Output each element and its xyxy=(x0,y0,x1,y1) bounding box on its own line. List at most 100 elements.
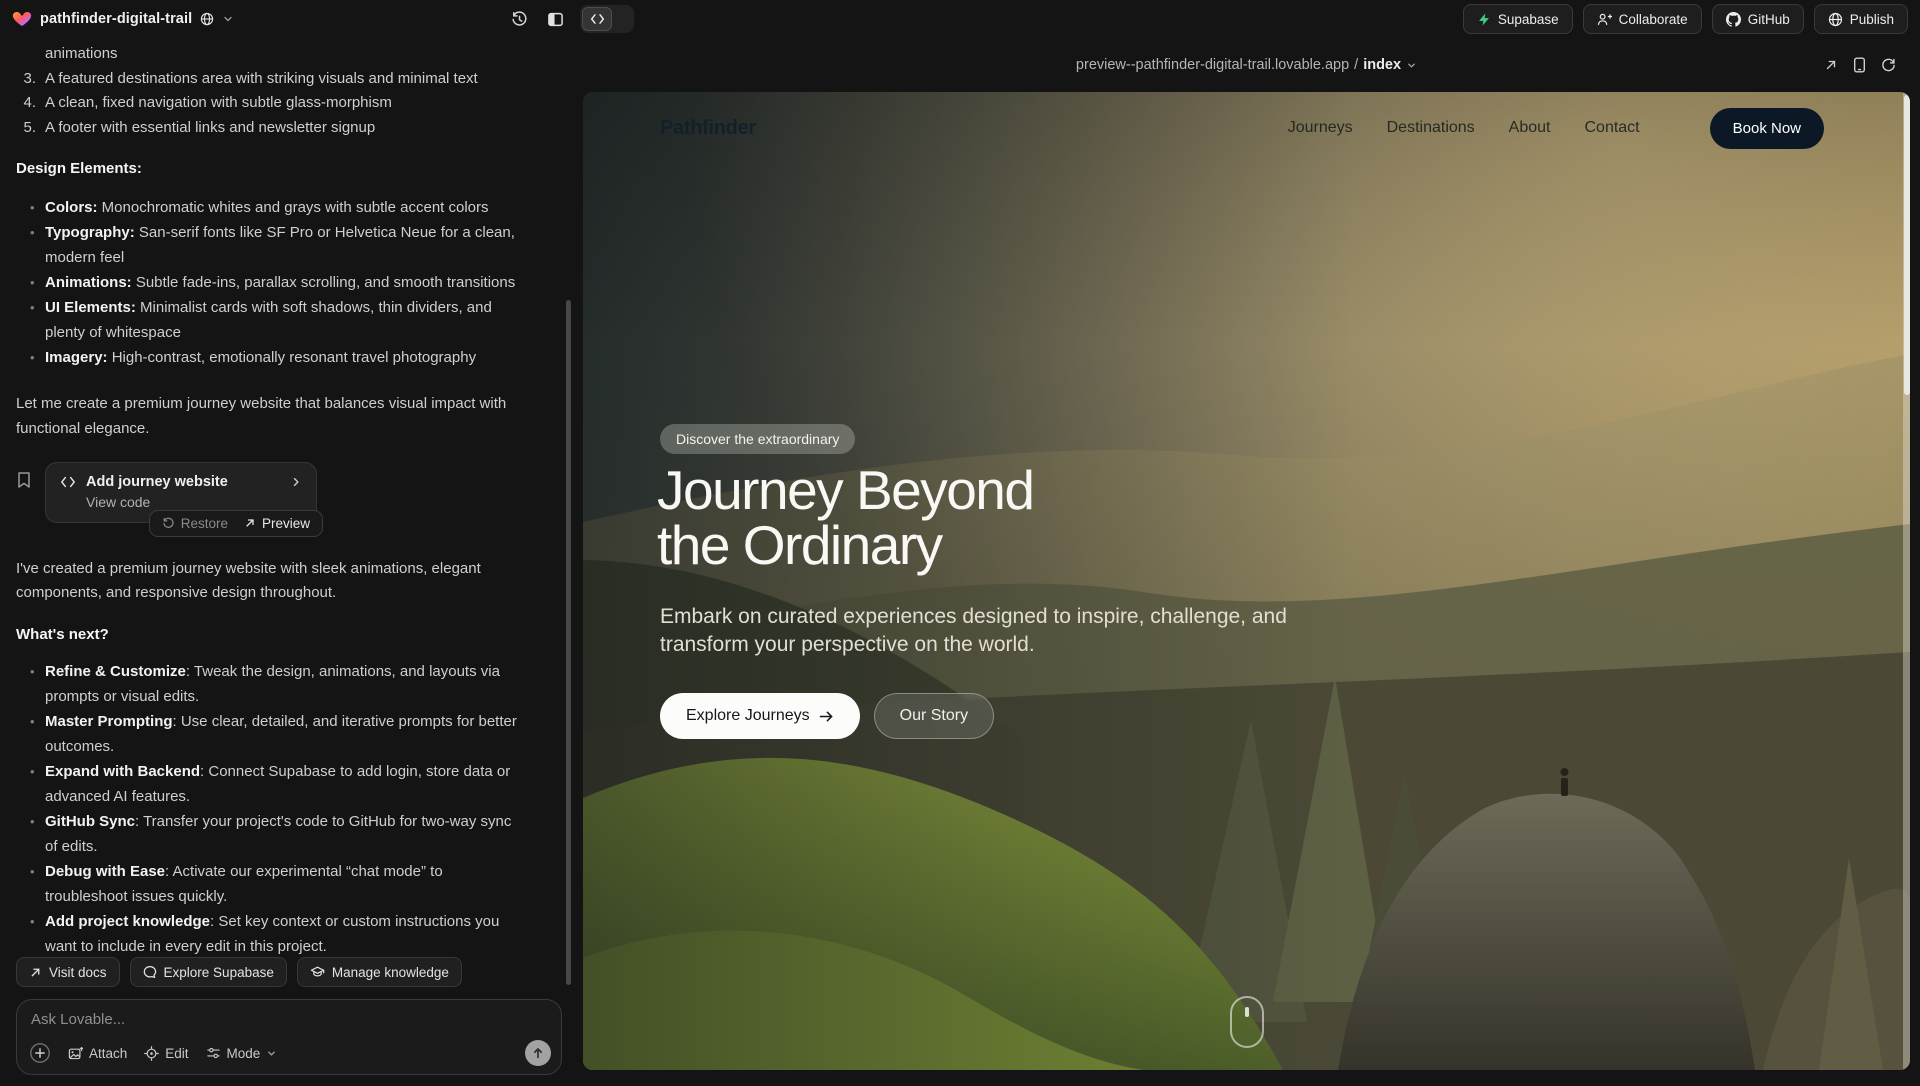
globe-badge-icon xyxy=(200,12,214,26)
site-nav: Pathfinder Journeys Destinations About C… xyxy=(583,92,1910,164)
code-view-toggle[interactable] xyxy=(580,5,634,33)
add-journey-website-card[interactable]: Add journey website View code Restore xyxy=(45,462,317,523)
send-button[interactable] xyxy=(525,1040,551,1066)
scroll-indicator-icon xyxy=(1230,996,1264,1048)
history-icon[interactable] xyxy=(508,8,530,30)
target-edit-icon xyxy=(144,1046,159,1061)
chat-scrollbar[interactable] xyxy=(566,300,571,985)
card-title: Add journey website xyxy=(86,474,280,490)
list-item: GitHub Sync: Transfer your project's cod… xyxy=(16,809,528,859)
explore-supabase-button[interactable]: Explore Supabase xyxy=(130,957,287,987)
explore-supabase-label: Explore Supabase xyxy=(164,965,274,980)
publish-globe-icon xyxy=(1828,12,1843,27)
whats-next-heading: What's next? xyxy=(16,623,556,647)
collaborate-label: Collaborate xyxy=(1619,12,1688,27)
list-item: 5.A footer with essential links and news… xyxy=(16,116,556,141)
publish-button[interactable]: Publish xyxy=(1814,4,1908,34)
mobile-device-icon[interactable] xyxy=(1853,57,1866,73)
preview-page-selector[interactable]: index xyxy=(1363,57,1401,73)
chevron-down-icon xyxy=(222,13,234,25)
chat-panel: animations 3.A featured destinations are… xyxy=(0,38,575,1086)
site-preview: Pathfinder Journeys Destinations About C… xyxy=(583,92,1910,1070)
publish-label: Publish xyxy=(1850,12,1894,27)
nav-link-contact[interactable]: Contact xyxy=(1584,119,1639,137)
sidebar-panel-icon[interactable] xyxy=(544,8,566,30)
preview-label: Preview xyxy=(262,516,310,531)
list-item: Debug with Ease: Activate our experiment… xyxy=(16,859,528,909)
preview-button[interactable]: Preview xyxy=(244,516,310,531)
attach-label: Attach xyxy=(89,1046,127,1061)
book-now-button[interactable]: Book Now xyxy=(1710,108,1824,149)
url-separator: / xyxy=(1354,57,1358,73)
hero-badge: Discover the extraordinary xyxy=(660,424,855,454)
list-item: Typography: San-serif fonts like SF Pro … xyxy=(16,220,528,270)
chat-composer: Attach Edit Mode xyxy=(16,999,562,1075)
assistant-message: animations 3.A featured destinations are… xyxy=(16,42,556,959)
manage-knowledge-button[interactable]: Manage knowledge xyxy=(297,957,462,987)
list-item: Refine & Customize: Tweak the design, an… xyxy=(16,659,528,709)
preview-scrollbar[interactable] xyxy=(1903,92,1910,1070)
external-arrow-icon xyxy=(29,966,42,979)
chevron-down-icon xyxy=(266,1048,277,1059)
list-item: Add project knowledge: Set key context o… xyxy=(16,909,528,959)
plus-icon[interactable] xyxy=(29,1042,51,1064)
chevron-down-icon[interactable] xyxy=(1406,60,1417,71)
list-item: Master Prompting: Use clear, detailed, a… xyxy=(16,709,528,759)
list-item: Animations: Subtle fade-ins, parallax sc… xyxy=(16,270,528,295)
list-item-continuation: animations xyxy=(16,42,556,67)
supabase-label: Supabase xyxy=(1498,12,1559,27)
list-item: 4.A clean, fixed navigation with subtle … xyxy=(16,91,556,116)
edit-label: Edit xyxy=(165,1046,188,1061)
manage-knowledge-label: Manage knowledge xyxy=(332,965,449,980)
list-item: UI Elements: Minimalist cards with soft … xyxy=(16,295,528,345)
hero-cta-group: Explore Journeys Our Story xyxy=(660,693,994,739)
site-logo[interactable]: Pathfinder xyxy=(660,117,756,140)
nav-link-journeys[interactable]: Journeys xyxy=(1288,119,1353,137)
graduation-cap-icon xyxy=(310,965,325,979)
restore-button[interactable]: Restore xyxy=(162,516,228,531)
design-elements-heading: Design Elements: xyxy=(16,157,556,181)
chat-input[interactable] xyxy=(31,1011,547,1028)
topbar-view-controls xyxy=(508,0,634,38)
github-label: GitHub xyxy=(1748,12,1790,27)
whats-next-list: Refine & Customize: Tweak the design, an… xyxy=(16,659,556,959)
github-button[interactable]: GitHub xyxy=(1712,4,1804,34)
hero-subtitle: Embark on curated experiences designed t… xyxy=(660,603,1287,659)
restore-label: Restore xyxy=(181,516,228,531)
lovable-heart-logo xyxy=(12,9,32,29)
refresh-icon[interactable] xyxy=(1881,58,1896,73)
open-external-icon[interactable] xyxy=(1824,58,1838,72)
quick-actions: Visit docs Explore Supabase Manage knowl… xyxy=(16,957,462,987)
hero-headline: Journey Beyond the Ordinary xyxy=(657,463,1034,573)
our-story-button[interactable]: Our Story xyxy=(874,693,994,739)
preview-scrollbar-thumb[interactable] xyxy=(1904,95,1910,395)
code-icon xyxy=(582,7,612,31)
attach-button[interactable]: Attach xyxy=(68,1046,127,1061)
preview-url: preview--pathfinder-digital-trail.lovabl… xyxy=(1076,57,1349,73)
bookmark-icon[interactable] xyxy=(16,471,32,489)
list-item: Expand with Backend: Connect Supabase to… xyxy=(16,759,528,809)
supabase-button[interactable]: Supabase xyxy=(1463,4,1573,34)
view-code-link[interactable]: View code xyxy=(86,494,302,510)
collaborate-button[interactable]: Collaborate xyxy=(1583,4,1702,34)
restore-icon xyxy=(162,517,175,530)
list-item: Colors: Monochromatic whites and grays w… xyxy=(16,195,528,220)
edit-button[interactable]: Edit xyxy=(144,1046,188,1061)
visit-docs-button[interactable]: Visit docs xyxy=(16,957,120,987)
project-menu[interactable]: pathfinder-digital-trail xyxy=(12,9,234,29)
preview-header: preview--pathfinder-digital-trail.lovabl… xyxy=(583,38,1910,92)
explore-journeys-label: Explore Journeys xyxy=(686,707,810,725)
mode-label: Mode xyxy=(227,1046,261,1061)
topbar-actions: Supabase Collaborate GitHub Publish xyxy=(1463,4,1908,34)
topbar: pathfinder-digital-trail Supabase xyxy=(0,0,1920,38)
attach-image-icon xyxy=(68,1046,83,1061)
preview-header-actions xyxy=(1824,38,1896,92)
list-item: Imagery: High-contrast, emotionally reso… xyxy=(16,345,528,370)
collaborate-icon xyxy=(1597,12,1612,27)
nav-link-about[interactable]: About xyxy=(1509,119,1551,137)
explore-journeys-button[interactable]: Explore Journeys xyxy=(660,693,860,739)
mode-selector[interactable]: Mode xyxy=(206,1046,278,1061)
sliders-icon xyxy=(206,1046,221,1060)
nav-link-destinations[interactable]: Destinations xyxy=(1387,119,1475,137)
hero-top-gradient xyxy=(583,92,1910,1070)
